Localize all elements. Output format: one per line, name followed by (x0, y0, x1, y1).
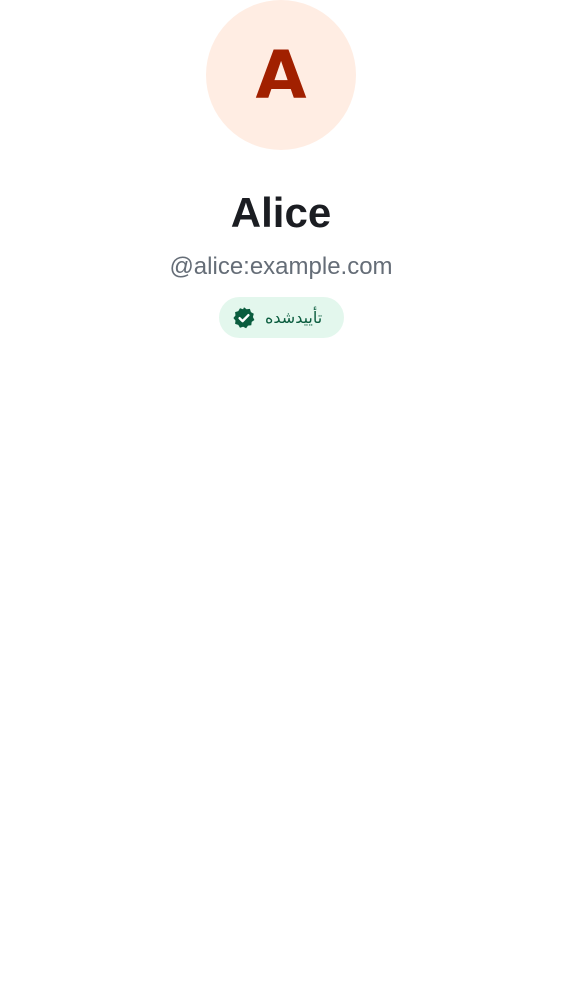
user-profile-page: A Alice @alice:example.com تأییدشده (0, 0, 562, 1000)
verified-badge-label: تأییدشده (265, 307, 323, 327)
display-name: Alice (230, 189, 332, 236)
verified-badge: تأییدشده (219, 297, 344, 338)
avatar: A (206, 0, 356, 150)
verified-check-icon (233, 306, 255, 328)
user-id: @alice:example.com (169, 253, 393, 280)
avatar-initial: A (255, 37, 307, 114)
